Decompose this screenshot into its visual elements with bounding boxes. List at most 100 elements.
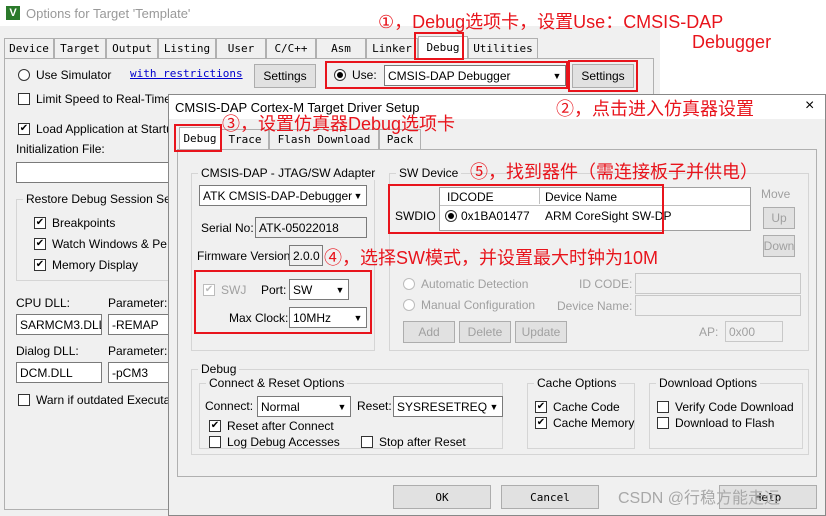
cpu-parameter-label: Parameter: bbox=[108, 296, 168, 310]
log-debug-label: Log Debug Accesses bbox=[227, 435, 340, 449]
restore-session-title: Restore Debug Session Set bbox=[23, 192, 178, 206]
tab-listing[interactable]: Listing bbox=[158, 38, 216, 58]
cache-memory-label: Cache Memory bbox=[553, 416, 635, 430]
highlight-use-debugger bbox=[325, 61, 568, 89]
outer-tab-strip: Device Target Output Listing User C/C++ … bbox=[4, 36, 654, 58]
add-button[interactable]: Add bbox=[403, 321, 455, 343]
outer-settings-button-left[interactable]: Settings bbox=[254, 64, 316, 88]
dialog-parameter-input[interactable]: -pCM3 bbox=[108, 362, 176, 383]
manual-config-label: Manual Configuration bbox=[421, 298, 536, 312]
cpu-dll-input[interactable]: SARMCM3.DLL bbox=[16, 314, 102, 335]
connect-reset-title: Connect & Reset Options bbox=[206, 376, 348, 390]
annotation-step1-line2: Debugger bbox=[692, 32, 772, 52]
outer-window-title: Options for Target 'Template' bbox=[26, 5, 191, 21]
stop-after-reset-checkbox[interactable] bbox=[361, 436, 373, 448]
adapter-group-title: CMSIS-DAP - JTAG/SW Adapter bbox=[198, 166, 379, 180]
cpu-dll-label: CPU DLL: bbox=[16, 296, 71, 310]
tab-user[interactable]: User bbox=[216, 38, 266, 58]
tab-c-cpp[interactable]: C/C++ bbox=[266, 38, 316, 58]
with-restrictions-link[interactable]: with restrictions bbox=[130, 67, 243, 80]
tab-target[interactable]: Target bbox=[54, 38, 106, 58]
tab-linker[interactable]: Linker bbox=[366, 38, 418, 58]
watch-windows-checkbox[interactable]: ✔ bbox=[34, 238, 46, 250]
annotation-step3: ③，设置仿真器Debug选项卡 bbox=[222, 114, 456, 134]
memory-display-checkbox[interactable]: ✔ bbox=[34, 259, 46, 271]
load-application-checkbox[interactable]: ✔ bbox=[18, 123, 30, 135]
memory-display-label: Memory Display bbox=[52, 258, 139, 272]
delete-button[interactable]: Delete bbox=[459, 321, 511, 343]
reset-label: Reset: bbox=[357, 399, 392, 413]
download-options-title: Download Options bbox=[656, 376, 761, 390]
move-up-button[interactable]: Up bbox=[763, 207, 795, 229]
warn-outdated-label: Warn if outdated Executab bbox=[36, 393, 177, 407]
init-file-label: Initialization File: bbox=[16, 142, 105, 156]
tab-asm[interactable]: Asm bbox=[316, 38, 366, 58]
verify-code-label: Verify Code Download bbox=[675, 400, 794, 414]
ok-button[interactable]: OK bbox=[393, 485, 491, 509]
connect-label: Connect: bbox=[205, 399, 254, 413]
download-flash-label: Download to Flash bbox=[675, 416, 775, 430]
reset-select-value: SYSRESETREQ bbox=[397, 399, 488, 414]
cache-code-checkbox[interactable]: ✔ bbox=[535, 401, 547, 413]
highlight-sw-device bbox=[388, 184, 664, 234]
move-label: Move bbox=[761, 187, 791, 201]
breakpoints-label: Breakpoints bbox=[52, 216, 116, 230]
device-name-input[interactable] bbox=[635, 295, 801, 316]
dialog-parameter-label: Parameter: bbox=[108, 344, 168, 358]
id-code-label: ID CODE: bbox=[579, 277, 633, 291]
chevron-down-icon: ▼ bbox=[489, 401, 499, 412]
update-button[interactable]: Update bbox=[515, 321, 567, 343]
auto-detect-radio[interactable] bbox=[403, 278, 415, 290]
adapter-select[interactable]: ATK CMSIS-DAP-Debugger ▼ bbox=[199, 185, 367, 206]
reset-after-connect-checkbox[interactable]: ✔ bbox=[209, 420, 221, 432]
id-code-input[interactable] bbox=[635, 273, 801, 294]
serial-input: ATK-05022018 bbox=[255, 217, 367, 238]
dialog-dll-label: Dialog DLL: bbox=[16, 344, 79, 358]
annotation-step1-line1: ①，Debug选项卡，设置Use：CMSIS-DAP bbox=[378, 12, 724, 32]
highlight-inner-debug-tab bbox=[174, 124, 222, 152]
annotation-step5: ⑤，找到器件（需连接板子并供电） bbox=[470, 162, 758, 182]
use-simulator-radio[interactable] bbox=[18, 69, 30, 81]
cpu-parameter-input[interactable]: -REMAP bbox=[108, 314, 176, 335]
ap-input[interactable]: 0x00 bbox=[725, 321, 783, 342]
ap-label: AP: bbox=[699, 325, 719, 339]
highlight-port-clock bbox=[194, 270, 372, 334]
cache-memory-checkbox[interactable]: ✔ bbox=[535, 417, 547, 429]
limit-speed-label: Limit Speed to Real-Time bbox=[36, 92, 171, 106]
tab-output[interactable]: Output bbox=[106, 38, 158, 58]
init-file-input[interactable] bbox=[16, 162, 176, 183]
chevron-down-icon: ▼ bbox=[353, 190, 363, 201]
cancel-button[interactable]: Cancel bbox=[501, 485, 599, 509]
annotation-step4: ④，选择SW模式，并设置最大时钟为10M bbox=[324, 248, 659, 268]
breakpoints-checkbox[interactable]: ✔ bbox=[34, 217, 46, 229]
warn-outdated-checkbox[interactable] bbox=[18, 394, 30, 406]
verify-code-checkbox[interactable] bbox=[657, 401, 669, 413]
highlight-settings-button bbox=[568, 60, 638, 92]
annotation-step2: ②，点击进入仿真器设置 bbox=[556, 99, 754, 119]
limit-speed-checkbox[interactable] bbox=[18, 93, 30, 105]
connect-select-value: Normal bbox=[261, 399, 300, 414]
move-down-button[interactable]: Down bbox=[763, 235, 795, 257]
stop-after-reset-label: Stop after Reset bbox=[379, 435, 466, 449]
highlight-debug-tab bbox=[414, 32, 464, 60]
sw-device-group-title: SW Device bbox=[396, 166, 462, 180]
device-name-label: Device Name: bbox=[557, 299, 633, 313]
reset-select[interactable]: SYSRESETREQ ▼ bbox=[393, 396, 503, 417]
chevron-down-icon: ▼ bbox=[337, 401, 347, 412]
dialog-dll-input[interactable]: DCM.DLL bbox=[16, 362, 102, 383]
connect-select[interactable]: Normal ▼ bbox=[257, 396, 351, 417]
manual-config-radio[interactable] bbox=[403, 299, 415, 311]
tab-utilities[interactable]: Utilities bbox=[468, 38, 538, 58]
firmware-input: 2.0.0 bbox=[289, 245, 323, 266]
auto-detect-label: Automatic Detection bbox=[421, 277, 529, 291]
debug-group-title: Debug bbox=[198, 362, 240, 376]
download-flash-checkbox[interactable] bbox=[657, 417, 669, 429]
keil-logo-icon: V bbox=[6, 6, 20, 20]
log-debug-checkbox[interactable] bbox=[209, 436, 221, 448]
watch-windows-label: Watch Windows & Pe bbox=[52, 237, 167, 251]
tab-device[interactable]: Device bbox=[4, 38, 54, 58]
close-icon[interactable]: × bbox=[805, 97, 814, 115]
adapter-select-value: ATK CMSIS-DAP-Debugger bbox=[203, 188, 353, 203]
cache-options-title: Cache Options bbox=[534, 376, 620, 390]
cache-code-label: Cache Code bbox=[553, 400, 620, 414]
